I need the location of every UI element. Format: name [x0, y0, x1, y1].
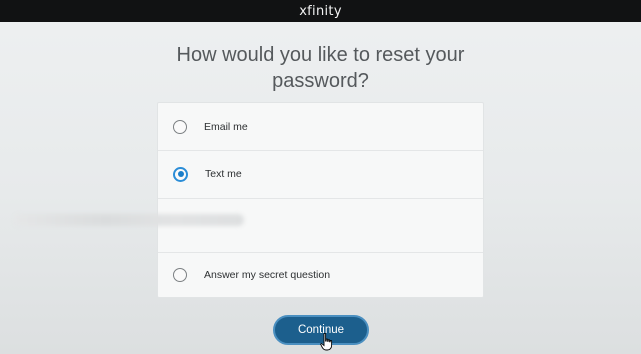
top-bar: xfinity	[0, 0, 641, 22]
option-secret-question[interactable]: Answer my secret question	[158, 252, 483, 298]
option-label: Text me	[205, 168, 242, 180]
divider	[158, 198, 483, 199]
option-text-me[interactable]: Text me	[158, 151, 483, 197]
xfinity-logo: xfinity	[299, 3, 342, 19]
option-label: Email me	[204, 121, 248, 133]
radio-email-me[interactable]	[173, 120, 187, 134]
radio-secret-question[interactable]	[173, 268, 187, 282]
reset-options-card: Email me Text me Answer my secret questi…	[157, 102, 484, 298]
hand-pointer-icon	[320, 333, 333, 351]
radio-text-me[interactable]	[173, 166, 188, 182]
option-email-me[interactable]: Email me	[158, 104, 483, 150]
option-label: Answer my secret question	[204, 269, 331, 281]
blurred-phone-number	[14, 214, 244, 226]
page-title: How would you like to reset your password…	[176, 44, 465, 92]
radio-selected-dot	[177, 171, 184, 177]
